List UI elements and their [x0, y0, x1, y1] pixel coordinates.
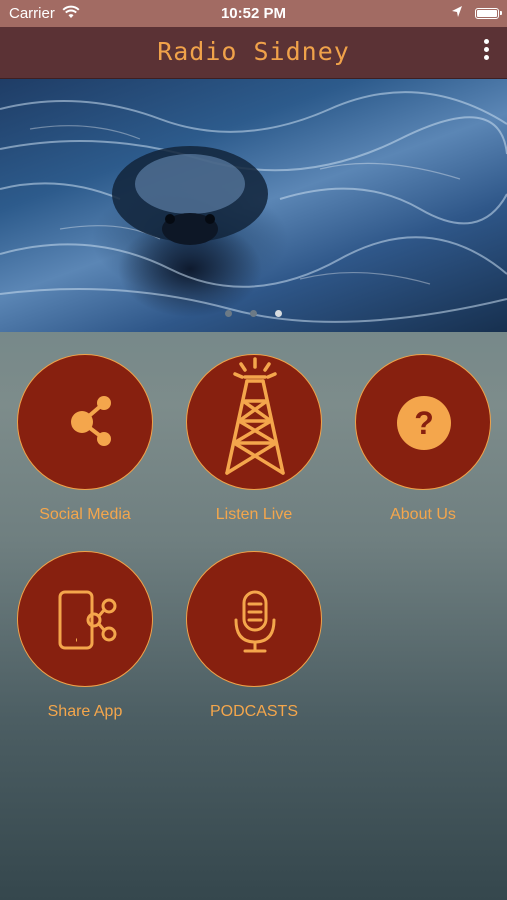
hero-carousel[interactable]: [0, 79, 507, 332]
share-icon: [71, 396, 111, 446]
tile-social-media[interactable]: Social Media: [16, 354, 154, 524]
listen-live-button[interactable]: [186, 354, 322, 490]
tile-label: About Us: [390, 506, 456, 523]
about-us-button[interactable]: ?: [355, 354, 491, 490]
share-app-icon: [58, 590, 117, 650]
status-time: 10:52 PM: [220, 5, 287, 22]
battery-icon: [475, 8, 502, 19]
page-dot-active[interactable]: [275, 310, 283, 317]
podcasts-button[interactable]: [186, 551, 322, 687]
location-arrow-icon: [451, 5, 463, 23]
status-bar: Carrier 10:52 PM: [0, 0, 507, 27]
tile-about-us[interactable]: ? About Us: [354, 354, 492, 524]
radio-tower-icon: [225, 357, 285, 475]
carousel-page-indicator[interactable]: [0, 304, 507, 322]
tile-podcasts[interactable]: PODCASTS: [185, 551, 323, 721]
tile-label: Social Media: [39, 506, 131, 523]
share-app-button[interactable]: [17, 551, 153, 687]
tile-label: PODCASTS: [209, 703, 298, 720]
page-title: Radio Sidney: [157, 37, 350, 66]
page-dot[interactable]: [224, 310, 232, 317]
tile-listen-live[interactable]: Listen Live: [185, 354, 323, 524]
tile-share-app[interactable]: Share App: [16, 551, 154, 721]
more-vertical-icon[interactable]: [481, 39, 491, 65]
social-media-button[interactable]: [17, 354, 153, 490]
page-dot[interactable]: [250, 310, 257, 317]
seal-in-water-image: [0, 91, 507, 323]
nav-bar: Radio Sidney: [0, 27, 507, 79]
tile-label: Listen Live: [215, 506, 293, 523]
tile-label: Share App: [47, 703, 123, 720]
help-icon: ?: [397, 396, 451, 450]
microphone-icon: [234, 590, 276, 653]
svg-text:?: ?: [414, 405, 434, 441]
